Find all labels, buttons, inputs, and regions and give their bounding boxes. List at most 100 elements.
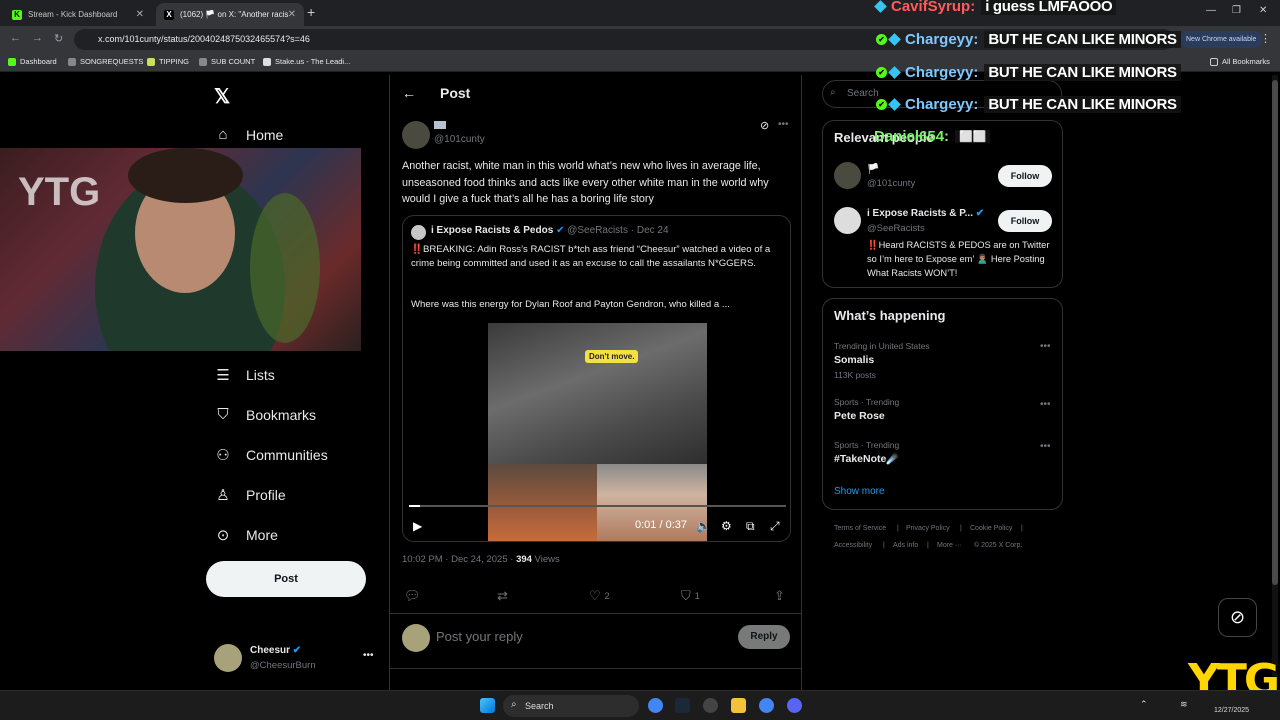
bookmark-dashboard[interactable]: Dashboard xyxy=(8,57,57,66)
share-button[interactable]: ⇪ xyxy=(774,588,789,604)
settings-icon[interactable]: ⚙ xyxy=(721,519,732,533)
reply-submit-button[interactable]: Reply xyxy=(738,625,790,649)
taskbar-search[interactable]: Search xyxy=(503,695,639,717)
minimize-icon[interactable]: — xyxy=(1206,5,1216,16)
tab-x-post[interactable]: X (1062) 🏳️ on X: "Another racis ✕ xyxy=(156,3,304,26)
bookmark-sub-count[interactable]: SUB COUNT xyxy=(199,57,255,66)
tray-chevron-icon[interactable]: ⌃ xyxy=(1140,699,1148,710)
new-tab-button[interactable]: + xyxy=(307,4,315,20)
footer-divider: | xyxy=(883,542,885,549)
main-column: ← Post @101cunty ⊘ ••• Another racist, w… xyxy=(389,75,802,690)
tab-label: (1062) 🏳️ on X: "Another racis xyxy=(180,10,289,19)
trend-more-icon[interactable]: ••• xyxy=(1040,341,1051,352)
compose-post-button[interactable]: Post xyxy=(206,561,366,597)
post-more-icon[interactable]: ••• xyxy=(778,119,789,130)
chat-username: Chargeyy: xyxy=(905,30,979,48)
account-more-icon[interactable]: ••• xyxy=(363,650,374,661)
sidebar-item-label: Profile xyxy=(246,487,286,503)
kick-icon xyxy=(8,57,16,66)
chat-text: BUT HE CAN LIKE MINORS xyxy=(984,63,1181,81)
x-icon: X xyxy=(164,9,174,20)
show-more-link[interactable]: Show more xyxy=(834,486,885,497)
tab-kick-dashboard[interactable]: K Stream - Kick Dashboard ✕ xyxy=(4,3,152,26)
views-label: Views xyxy=(531,554,560,565)
taskbar-date[interactable]: 12/27/2025 xyxy=(1214,707,1249,714)
sidebar-item-label: Home xyxy=(246,126,284,143)
follow-button[interactable]: Follow xyxy=(998,210,1052,232)
bookmark-stake[interactable]: Stake.us - The Leadi... xyxy=(263,57,350,66)
play-icon[interactable]: ▶ xyxy=(413,519,422,533)
forward-icon[interactable]: → xyxy=(32,32,43,44)
footer-link[interactable]: Accessibility xyxy=(834,542,872,549)
bookmark-label: All Bookmarks xyxy=(1222,57,1270,66)
chat-message: ✔ Chargeyy: BUT HE CAN LIKE MINORS xyxy=(876,29,1181,49)
sidebar-item-communities[interactable]: ⚇ Communities xyxy=(213,446,327,464)
update-chrome-button[interactable]: New Chrome available xyxy=(1180,31,1263,48)
video-player[interactable]: Don't move. ▶ 0:01 / 0:37 🔈 ⚙ ⧉ ⤢ xyxy=(403,323,790,541)
trend-name[interactable]: Somalis xyxy=(834,354,874,366)
scrollbar-thumb[interactable] xyxy=(1272,80,1278,585)
person-handle: @SeeRacists xyxy=(867,223,925,234)
browser-menu-icon[interactable]: ⋮ xyxy=(1260,32,1271,45)
volume-icon[interactable]: 🔈 xyxy=(696,519,711,533)
footer-link[interactable]: Privacy Policy xyxy=(906,525,950,532)
person-avatar[interactable] xyxy=(834,207,861,234)
chrome-icon[interactable] xyxy=(648,698,663,713)
trend-more-icon[interactable]: ••• xyxy=(1040,399,1051,410)
sidebar-item-profile[interactable]: ♙ Profile xyxy=(213,486,286,504)
trend-more-icon[interactable]: ••• xyxy=(1040,441,1051,452)
close-icon[interactable]: ✕ xyxy=(136,9,144,20)
video-frame-mugshot-left xyxy=(488,464,597,541)
windows-start-icon[interactable] xyxy=(480,698,495,713)
footer-link[interactable]: More ··· xyxy=(937,542,962,549)
author-avatar[interactable] xyxy=(402,121,430,149)
sidebar-item-bookmarks[interactable]: ⛉ Bookmarks xyxy=(213,406,316,423)
reply-input[interactable]: Post your reply xyxy=(436,629,523,644)
sidebar-item-lists[interactable]: ☰ Lists xyxy=(213,366,275,384)
grok-icon[interactable]: ⊘ xyxy=(760,119,769,132)
discord-icon[interactable] xyxy=(787,698,802,713)
back-icon[interactable]: ← xyxy=(10,32,21,44)
sidebar-item-home[interactable]: ⌂ Home xyxy=(213,126,283,143)
sidebar-item-more[interactable]: ⊙ More xyxy=(213,526,278,544)
obs-icon[interactable] xyxy=(703,698,718,713)
bookmark-button[interactable]: ⛉ 1 xyxy=(681,588,700,604)
bookmark-songrequests[interactable]: SONGREQUESTS xyxy=(68,57,143,66)
repost-button[interactable]: ⇄ xyxy=(497,588,512,604)
reload-icon[interactable]: ↻ xyxy=(54,32,63,45)
footer-link[interactable]: Cookie Policy xyxy=(970,525,1012,532)
person-name[interactable]: i Expose Racists & P... xyxy=(867,208,973,219)
chrome-icon[interactable] xyxy=(759,698,774,713)
heart-icon: ♡ xyxy=(589,588,601,603)
trend-name[interactable]: #TakeNote☄️ xyxy=(834,452,899,465)
file-explorer-icon[interactable] xyxy=(731,698,746,713)
video-progress-bar[interactable] xyxy=(409,505,786,507)
back-arrow-icon[interactable]: ← xyxy=(402,85,416,101)
quoted-post[interactable]: i Expose Racists & Pedos ✔ @SeeRacists ·… xyxy=(402,215,791,542)
reply-button[interactable]: 💬︎ xyxy=(404,588,425,604)
person-avatar[interactable] xyxy=(834,162,861,189)
bookmark-tipping[interactable]: TIPPING xyxy=(147,57,189,66)
wifi-icon[interactable]: ≋ xyxy=(1180,699,1188,710)
person-name[interactable]: 🏳️ xyxy=(867,164,879,175)
author-handle[interactable]: @101cunty xyxy=(434,134,485,145)
close-window-icon[interactable]: ✕ xyxy=(1259,5,1267,16)
steam-icon[interactable] xyxy=(675,698,690,713)
account-switcher[interactable]: Cheesur ✔ @CheesurBurn ••• xyxy=(214,644,376,674)
all-bookmarks[interactable]: All Bookmarks xyxy=(1210,57,1270,66)
like-button[interactable]: ♡ 2 xyxy=(589,588,610,604)
pip-icon[interactable]: ⧉ xyxy=(746,519,755,534)
footer-link[interactable]: Ads info xyxy=(893,542,918,549)
share-icon: ⇪ xyxy=(774,588,785,603)
maximize-icon[interactable]: ❐ xyxy=(1232,5,1241,16)
quote-text-continued: Where was this energy for Dylan Roof and… xyxy=(411,299,730,310)
follow-button[interactable]: Follow xyxy=(998,165,1052,187)
fullscreen-icon[interactable]: ⤢ xyxy=(770,519,780,534)
chat-text: BUT HE CAN LIKE MINORS xyxy=(984,95,1181,113)
chat-message: ✔ Chargeyy: BUT HE CAN LIKE MINORS xyxy=(876,94,1181,114)
grok-fab-icon[interactable]: ⊘ xyxy=(1218,598,1257,637)
x-logo-icon[interactable]: 𝕏 xyxy=(214,84,230,109)
close-icon[interactable]: ✕ xyxy=(288,9,296,20)
trend-name[interactable]: Pete Rose xyxy=(834,410,885,422)
footer-link[interactable]: Terms of Service xyxy=(834,525,886,532)
